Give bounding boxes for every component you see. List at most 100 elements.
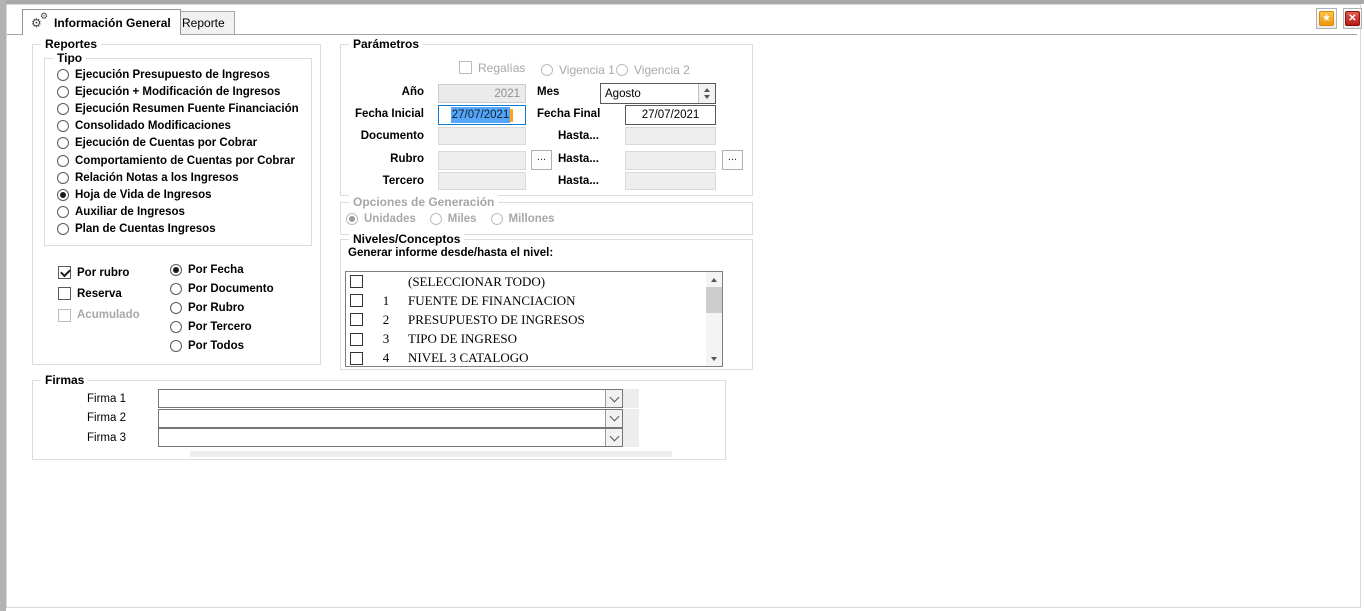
firma-row: Firma 3: [32, 428, 712, 448]
tipo-radio-option[interactable]: Ejecución Presupuesto de Ingresos: [57, 66, 299, 83]
checkbox-icon[interactable]: [350, 275, 363, 288]
vigencia2-row: Vigencia 2: [616, 62, 690, 77]
tab-informacion-general[interactable]: ⚙⚙ Información General: [22, 9, 181, 35]
tercero-field[interactable]: [438, 172, 526, 190]
tipo-radio-option[interactable]: Comportamiento de Cuentas por Cobrar: [57, 152, 299, 169]
rubro-field[interactable]: [438, 151, 526, 170]
mes-spinner[interactable]: Agosto: [600, 83, 716, 104]
tipo-radio-option[interactable]: Hoja de Vida de Ingresos: [57, 186, 299, 203]
flags-checkbox-list: Por rubro Reserva Acumulado: [58, 262, 140, 326]
agrupar-radio-option[interactable]: Por Rubro: [170, 298, 274, 317]
rubro-label: Rubro: [340, 153, 424, 165]
ano-field[interactable]: 2021: [438, 84, 526, 103]
tipo-radio-option[interactable]: Consolidado Modificaciones: [57, 118, 299, 135]
nivel-label: (SELECCIONAR TODO): [408, 274, 545, 290]
tipo-radio-option[interactable]: Auxiliar de Ingresos: [57, 204, 299, 221]
radio-icon: [57, 206, 69, 218]
nivel-list-item[interactable]: (SELECCIONAR TODO): [346, 272, 722, 291]
nivel-list-item[interactable]: 2 PRESUPUESTO DE INGRESOS: [346, 310, 722, 329]
documento-hasta-label: Hasta...: [558, 130, 599, 142]
flag-checkbox[interactable]: Reserva: [58, 283, 140, 304]
option-label: Reserva: [77, 288, 122, 300]
radio-icon: [57, 86, 69, 98]
tipo-radio-option[interactable]: Relación Notas a los Ingresos: [57, 169, 299, 186]
checkbox-icon[interactable]: [350, 294, 363, 307]
rubro-hasta-label: Hasta...: [558, 153, 599, 165]
opciones-radio-option[interactable]: Millones: [491, 210, 555, 227]
checkbox-icon[interactable]: [350, 313, 363, 326]
agrupar-radio-option[interactable]: Por Fecha: [170, 260, 274, 279]
tab-strip-divider: [7, 34, 1357, 35]
agrupar-radio-option[interactable]: Por Todos: [170, 336, 274, 355]
firma-combo[interactable]: [158, 389, 623, 408]
exit-button[interactable]: ✕: [1343, 8, 1362, 29]
documento-hasta-field[interactable]: [625, 127, 716, 145]
scroll-up-button[interactable]: [706, 272, 722, 287]
radio-icon: [57, 137, 69, 149]
checkbox-icon[interactable]: [350, 352, 363, 365]
scroll-down-icon: [711, 357, 717, 361]
combo-dropdown-button[interactable]: [605, 410, 622, 427]
tipo-radio-option[interactable]: Ejecución Resumen Fuente Financiación: [57, 100, 299, 117]
fecha-inicial-label: Fecha Inicial: [340, 108, 424, 120]
vigencia1-row: Vigencia 1: [541, 62, 615, 77]
option-label: Ejecución + Modificación de Ingresos: [75, 86, 280, 98]
checkbox-icon: [459, 61, 472, 74]
option-label: Acumulado: [77, 309, 140, 321]
firma-combo[interactable]: [158, 409, 623, 428]
spin-up-icon: [704, 88, 710, 92]
spin-down-icon: [704, 95, 710, 99]
option-label: Comportamiento de Cuentas por Cobrar: [75, 155, 295, 167]
agrupar-radio-option[interactable]: Por Tercero: [170, 317, 274, 336]
rubro-hasta-browse-button[interactable]: ...: [722, 150, 743, 170]
favorite-button[interactable]: ★: [1316, 8, 1337, 29]
firma-combo[interactable]: [158, 428, 623, 447]
fecha-final-field[interactable]: 27/07/2021: [625, 105, 716, 125]
rubro-hasta-field[interactable]: [625, 151, 716, 170]
combo-dropdown-button[interactable]: [605, 429, 622, 446]
tipo-radio-option[interactable]: Plan de Cuentas Ingresos: [57, 221, 299, 238]
option-label: Miles: [448, 213, 477, 225]
nivel-list-item[interactable]: 1 FUENTE DE FINANCIACION: [346, 291, 722, 310]
radio-icon: [346, 213, 358, 225]
scrollbar-thumb[interactable]: [706, 287, 722, 313]
documento-field[interactable]: [438, 127, 526, 145]
tipo-radio-option[interactable]: Ejecución de Cuentas por Cobrar: [57, 135, 299, 152]
combo-shadow: [623, 389, 639, 408]
checkbox-icon: [58, 287, 71, 300]
option-label: Unidades: [364, 213, 416, 225]
rubro-browse-button[interactable]: ...: [531, 150, 552, 170]
spinner-arrows[interactable]: [698, 84, 715, 103]
nivel-label: NIVEL 3 CATALOGO: [408, 350, 529, 366]
star-icon: ★: [1319, 11, 1334, 26]
tipo-radio-option[interactable]: Ejecución + Modificación de Ingresos: [57, 83, 299, 100]
gears-icon: ⚙⚙: [32, 15, 48, 31]
checkbox-icon[interactable]: [350, 333, 363, 346]
nivel-label: FUENTE DE FINANCIACION: [408, 293, 576, 309]
combo-dropdown-button[interactable]: [605, 390, 622, 407]
opciones-radio-option[interactable]: Miles: [430, 210, 477, 227]
regalias-checkbox[interactable]: Regalías: [459, 60, 525, 75]
opciones-radio-option[interactable]: Unidades: [346, 210, 416, 227]
firma-row: Firma 1: [32, 389, 712, 409]
vigencia2-radio[interactable]: Vigencia 2: [616, 62, 690, 77]
radio-icon: [491, 213, 503, 225]
firma-label: Firma 1: [32, 393, 158, 405]
radio-icon: [170, 264, 182, 276]
tipo-radio-list: Ejecución Presupuesto de Ingresos Ejecuc…: [57, 66, 299, 238]
agrupar-radio-option[interactable]: Por Documento: [170, 279, 274, 298]
niveles-list[interactable]: (SELECCIONAR TODO) 1 FUENTE DE FINANCIAC…: [345, 271, 723, 367]
nivel-list-item[interactable]: 3 TIPO DE INGRESO: [346, 330, 722, 349]
flag-checkbox[interactable]: Por rubro: [58, 262, 140, 283]
radio-icon: [57, 120, 69, 132]
radio-icon: [616, 64, 628, 76]
nivel-list-item[interactable]: 4 NIVEL 3 CATALOGO: [346, 349, 722, 367]
niveles-scrollbar[interactable]: [706, 272, 722, 366]
scroll-down-button[interactable]: [706, 351, 722, 366]
nivel-number: 4: [373, 350, 399, 366]
vigencia1-radio[interactable]: Vigencia 1: [541, 62, 615, 77]
flag-checkbox[interactable]: Acumulado: [58, 305, 140, 326]
option-label: Vigencia 2: [634, 63, 690, 77]
fecha-inicial-field[interactable]: 27/07/2021: [438, 105, 526, 125]
tercero-hasta-field[interactable]: [625, 172, 716, 190]
